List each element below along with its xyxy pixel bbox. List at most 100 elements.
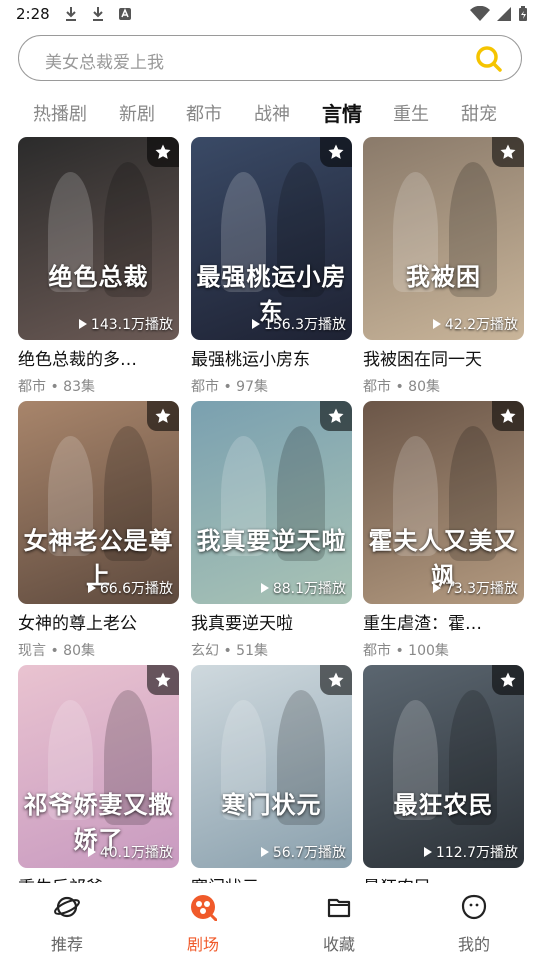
tab-sweet[interactable]: 甜宠 [461, 100, 497, 126]
poster-title: 寒门状元 [221, 790, 322, 819]
profile-icon [461, 894, 487, 920]
drama-meta: 都市 • 100集 [363, 643, 449, 659]
favorite-button[interactable] [147, 401, 179, 431]
play-count-text: 56.7万播放 [272, 845, 346, 861]
status-bar: 2:28 [0, 0, 542, 30]
nav-label: 收藏 [322, 935, 355, 954]
play-count: 66.6万播放 [87, 578, 173, 598]
drama-poster[interactable]: 绝色总裁 143.1万播放 [18, 137, 179, 340]
favorite-button[interactable] [492, 665, 524, 695]
favorite-button[interactable] [147, 665, 179, 695]
download-icon [66, 7, 76, 21]
play-icon [432, 319, 441, 329]
favorite-button[interactable] [492, 401, 524, 431]
favorite-button[interactable] [320, 665, 352, 695]
app-notification-icon [119, 8, 131, 20]
star-icon [328, 672, 344, 687]
drama-poster[interactable]: 最狂农民 112.7万播放 [363, 665, 524, 868]
search-placeholder: 美女总裁爱上我 [45, 53, 164, 73]
play-icon [251, 319, 260, 329]
nav-theater[interactable]: 剧场 [153, 883, 253, 965]
play-count: 40.1万播放 [87, 842, 173, 862]
folder-icon [327, 898, 351, 918]
drama-title[interactable]: 最强桃运小房东 [191, 345, 361, 370]
play-icon [87, 583, 96, 593]
favorite-button[interactable] [147, 137, 179, 167]
signal-icon [497, 7, 511, 21]
play-count-text: 73.3万播放 [444, 581, 518, 597]
search-input[interactable]: 美女总裁爱上我 [18, 35, 522, 81]
poster-title: 我真要逆天啦 [196, 526, 347, 555]
drama-poster[interactable]: 霍夫人又美又飒 73.3万播放 [363, 401, 524, 604]
drama-poster[interactable]: 寒门状元 56.7万播放 [191, 665, 352, 868]
poster-title: 绝色总裁 [48, 262, 149, 291]
drama-meta: 都市 • 80集 [363, 379, 440, 395]
drama-meta: 玄幻 • 51集 [191, 643, 268, 659]
play-count: 156.3万播放 [251, 314, 346, 334]
poster-title: 最狂农民 [393, 790, 494, 819]
favorite-button[interactable] [320, 401, 352, 431]
category-tabs: 热播剧 新剧 都市 战神 言情 重生 甜宠 [0, 96, 542, 130]
play-count: 143.1万播放 [78, 314, 173, 334]
play-count: 42.2万播放 [432, 314, 518, 334]
play-icon [260, 583, 269, 593]
drama-poster[interactable]: 我被困 42.2万播放 [363, 137, 524, 340]
drama-title[interactable]: 女神的尊上老公 [18, 609, 188, 634]
drama-title[interactable]: 我被困在同一天 [363, 345, 533, 370]
play-count-text: 88.1万播放 [272, 581, 346, 597]
nav-label: 剧场 [186, 935, 219, 954]
play-count-text: 42.2万播放 [444, 317, 518, 333]
play-count: 88.1万播放 [260, 578, 346, 598]
star-icon [328, 144, 344, 159]
star-icon [500, 408, 516, 423]
drama-title[interactable]: 重生虐渣：霍… [363, 609, 533, 634]
play-count-text: 40.1万播放 [99, 845, 173, 861]
nav-favorites[interactable]: 收藏 [289, 883, 389, 965]
search-icon[interactable] [475, 45, 503, 73]
play-icon [260, 847, 269, 857]
nav-recommend[interactable]: 推荐 [17, 883, 117, 965]
tab-rebirth[interactable]: 重生 [393, 100, 429, 126]
wifi-icon [470, 6, 490, 21]
tab-romance[interactable]: 言情 [322, 98, 362, 127]
tab-war-god[interactable]: 战神 [254, 100, 290, 126]
star-icon [500, 672, 516, 687]
star-icon [155, 144, 171, 159]
download-icon [93, 7, 103, 21]
star-icon [155, 408, 171, 423]
theater-icon [191, 895, 217, 921]
drama-poster[interactable]: 我真要逆天啦 88.1万播放 [191, 401, 352, 604]
play-icon [423, 847, 432, 857]
drama-title[interactable]: 我真要逆天啦 [191, 609, 361, 634]
drama-title[interactable]: 绝色总裁的多… [18, 345, 188, 370]
star-icon [500, 144, 516, 159]
play-icon [87, 847, 96, 857]
play-count-text: 156.3万播放 [263, 317, 346, 333]
favorite-button[interactable] [320, 137, 352, 167]
nav-profile[interactable]: 我的 [424, 883, 524, 965]
planet-icon [54, 896, 80, 918]
play-icon [432, 583, 441, 593]
nav-label: 推荐 [50, 935, 83, 954]
drama-meta: 都市 • 83集 [18, 379, 95, 395]
play-count: 112.7万播放 [423, 842, 518, 862]
nav-label: 我的 [457, 935, 490, 954]
bottom-nav: 推荐 剧场 收藏 我的 [0, 883, 542, 965]
play-count-text: 66.6万播放 [99, 581, 173, 597]
play-count-text: 112.7万播放 [435, 845, 518, 861]
drama-poster[interactable]: 最强桃运小房东 156.3万播放 [191, 137, 352, 340]
tab-hot[interactable]: 热播剧 [33, 100, 87, 126]
drama-meta: 都市 • 97集 [191, 379, 268, 395]
battery-icon [519, 6, 527, 21]
drama-meta: 现言 • 80集 [18, 643, 95, 659]
drama-poster[interactable]: 祁爷娇妻又撒娇了 40.1万播放 [18, 665, 179, 868]
status-time: 2:28 [16, 5, 50, 23]
star-icon [155, 672, 171, 687]
favorite-button[interactable] [492, 137, 524, 167]
play-icon [78, 319, 87, 329]
tab-city[interactable]: 都市 [186, 100, 222, 126]
tab-new[interactable]: 新剧 [119, 100, 155, 126]
play-count-text: 143.1万播放 [90, 317, 173, 333]
poster-title: 我被困 [406, 262, 481, 291]
drama-poster[interactable]: 女神老公是尊上 66.6万播放 [18, 401, 179, 604]
